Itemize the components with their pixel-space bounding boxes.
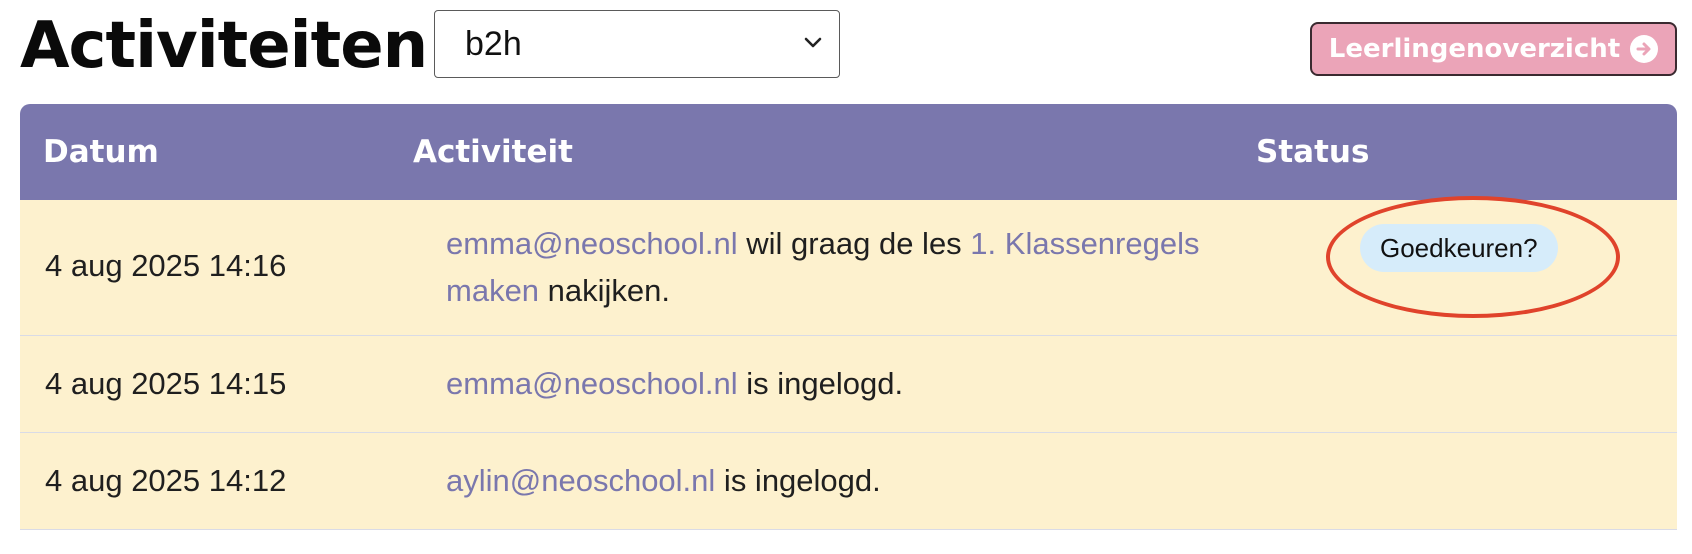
row-date: 4 aug 2025 14:16: [45, 248, 287, 283]
row-activity: emma@neoschool.nl is ingelogd.: [446, 360, 1276, 407]
column-header-status: Status: [1256, 134, 1370, 170]
class-select-value: b2h: [465, 24, 522, 63]
row-date: 4 aug 2025 14:15: [45, 366, 287, 401]
table-row: 4 aug 2025 14:16 emma@neoschool.nl wil g…: [20, 200, 1677, 336]
user-link[interactable]: emma@neoschool.nl: [446, 366, 738, 401]
column-header-activity: Activiteit: [413, 134, 573, 170]
arrow-circle-right-icon: [1630, 35, 1659, 63]
status-cell: Goedkeuren?: [1360, 224, 1558, 272]
activity-text: is ingelogd.: [715, 463, 881, 498]
column-header-date: Datum: [43, 134, 159, 170]
student-overview-button[interactable]: Leerlingenoverzicht: [1310, 22, 1677, 76]
student-overview-label: Leerlingenoverzicht: [1328, 34, 1621, 64]
user-link[interactable]: emma@neoschool.nl: [446, 226, 738, 261]
table-row: 4 aug 2025 14:12 aylin@neoschool.nl is i…: [20, 433, 1677, 530]
table-header: Datum Activiteit Status: [20, 104, 1677, 200]
row-activity: aylin@neoschool.nl is ingelogd.: [446, 457, 1276, 504]
user-link[interactable]: aylin@neoschool.nl: [446, 463, 715, 498]
row-date: 4 aug 2025 14:12: [45, 463, 287, 498]
page-title: Activiteiten: [20, 9, 428, 83]
activity-table: Datum Activiteit Status 4 aug 2025 14:16…: [20, 104, 1677, 530]
activity-text: nakijken.: [539, 273, 671, 308]
table-row: 4 aug 2025 14:15 emma@neoschool.nl is in…: [20, 336, 1677, 433]
chevron-down-icon: [804, 37, 822, 48]
activity-text: wil graag de les: [737, 226, 971, 261]
activity-text: is ingelogd.: [737, 366, 904, 401]
class-select[interactable]: b2h: [434, 10, 840, 78]
approve-button[interactable]: Goedkeuren?: [1360, 224, 1558, 272]
row-activity: emma@neoschool.nl wil graag de les 1. Kl…: [446, 220, 1276, 314]
